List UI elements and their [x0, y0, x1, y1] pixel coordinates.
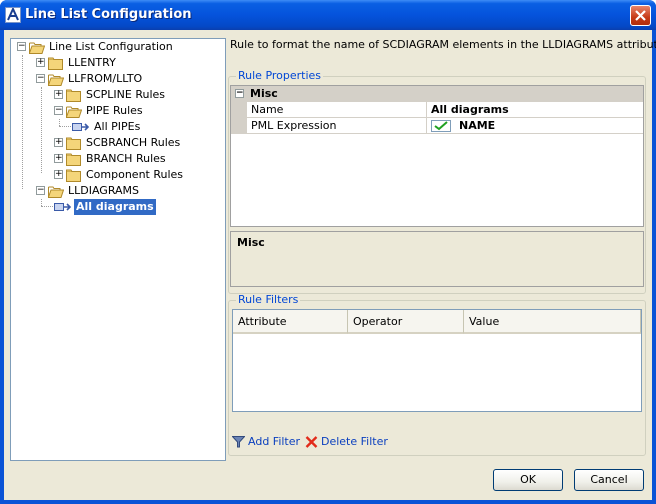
collapse-icon[interactable]: −	[54, 106, 63, 115]
collapse-icon[interactable]: −	[17, 42, 26, 51]
tree-node-scbranch[interactable]: + SCBRANCH Rules	[11, 135, 225, 151]
rule-properties-legend: Rule Properties	[236, 69, 324, 82]
close-icon	[635, 10, 646, 21]
tree-node-all-diagrams[interactable]: All diagrams	[11, 198, 225, 216]
property-pml-label: PML Expression	[249, 118, 427, 134]
open-folder-icon	[48, 74, 64, 86]
tree-node-pipe-rules[interactable]: − PIPE Rules	[11, 103, 225, 119]
property-name-value[interactable]: All diagrams	[429, 102, 509, 118]
open-folder-icon	[48, 186, 64, 198]
cancel-button[interactable]: Cancel	[574, 469, 644, 491]
rule-icon	[72, 123, 90, 131]
expand-icon[interactable]: +	[54, 154, 63, 163]
tree-node-root[interactable]: − Line List Configuration	[11, 39, 225, 55]
ok-button[interactable]: OK	[493, 469, 563, 491]
tree-label-pipe-rules: PIPE Rules	[86, 104, 143, 117]
folder-icon	[66, 89, 81, 102]
rule-icon	[54, 203, 72, 211]
tree-label-root: Line List Configuration	[49, 40, 173, 53]
title-bar[interactable]: Line List Configuration	[0, 0, 656, 30]
tree-label-scpline: SCPLINE Rules	[86, 88, 166, 101]
tree-node-lldiagrams[interactable]: − LLDIAGRAMS	[11, 183, 225, 199]
tree-label-component: Component Rules	[86, 168, 184, 181]
check-icon	[431, 120, 451, 132]
window-title: Line List Configuration	[25, 7, 192, 22]
tree-label-all-diagrams: All diagrams	[73, 198, 157, 216]
collapse-icon[interactable]: −	[36, 74, 45, 83]
row-gutter	[231, 102, 247, 118]
rule-tree[interactable]: − Line List Configuration + LLENTRY − LL…	[10, 38, 226, 461]
column-header-operator[interactable]: Operator	[348, 310, 464, 334]
red-x-icon	[305, 436, 318, 448]
property-info-panel: Misc	[230, 231, 644, 287]
folder-icon	[66, 153, 81, 166]
folder-icon	[48, 57, 63, 70]
app-icon	[5, 7, 21, 23]
property-category-row[interactable]: − Misc	[231, 86, 643, 102]
tree-label-scbranch: SCBRANCH Rules	[86, 136, 181, 149]
rule-filters-legend: Rule Filters	[236, 293, 301, 306]
tree-label-all-pipes: All PIPEs	[94, 120, 141, 133]
folder-icon	[66, 137, 81, 150]
expand-icon[interactable]: +	[36, 58, 45, 67]
tree-label-lldiagrams: LLDIAGRAMS	[68, 184, 140, 197]
open-folder-icon	[66, 106, 82, 118]
collapse-icon[interactable]: −	[235, 89, 244, 98]
collapse-icon[interactable]: −	[36, 186, 45, 195]
funnel-icon	[232, 436, 245, 448]
row-gutter	[231, 118, 247, 134]
property-info-title: Misc	[237, 236, 265, 249]
tree-label-llfrom: LLFROM/LLTO	[68, 72, 143, 85]
dialog-body: − Line List Configuration + LLENTRY − LL…	[4, 30, 656, 500]
property-category-label: Misc	[250, 87, 278, 100]
filters-table[interactable]: Attribute Operator Value	[232, 309, 642, 412]
tree-node-llfrom[interactable]: − LLFROM/LLTO	[11, 71, 225, 87]
tree-label-llentry: LLENTRY	[68, 56, 116, 69]
property-grid[interactable]: − Misc Name All diagrams PML Expression …	[230, 85, 644, 227]
open-folder-icon	[29, 42, 45, 54]
property-row-pml[interactable]: PML Expression NAME	[231, 118, 643, 134]
tree-node-component[interactable]: + Component Rules	[11, 167, 225, 183]
expand-icon[interactable]: +	[54, 138, 63, 147]
dialog-window: Line List Configuration − Line List Conf…	[0, 0, 656, 504]
tree-node-branch[interactable]: + BRANCH Rules	[11, 151, 225, 167]
property-pml-value[interactable]: NAME	[457, 118, 495, 134]
close-button[interactable]	[630, 5, 651, 26]
add-filter-label: Add Filter	[248, 435, 301, 448]
tree-node-all-pipes[interactable]: All PIPEs	[11, 119, 225, 135]
delete-filter-label: Delete Filter	[321, 435, 388, 448]
tree-node-llentry[interactable]: + LLENTRY	[11, 55, 225, 71]
property-name-label: Name	[249, 102, 427, 118]
column-header-attribute[interactable]: Attribute	[233, 310, 348, 334]
expand-icon[interactable]: +	[54, 90, 63, 99]
tree-node-scpline[interactable]: + SCPLINE Rules	[11, 87, 225, 103]
tree-label-branch: BRANCH Rules	[86, 152, 166, 165]
folder-icon	[66, 169, 81, 182]
expand-icon[interactable]: +	[54, 170, 63, 179]
rule-description: Rule to format the name of SCDIAGRAM ele…	[230, 38, 656, 51]
column-header-value[interactable]: Value	[464, 310, 641, 334]
property-row-name[interactable]: Name All diagrams	[231, 102, 643, 118]
